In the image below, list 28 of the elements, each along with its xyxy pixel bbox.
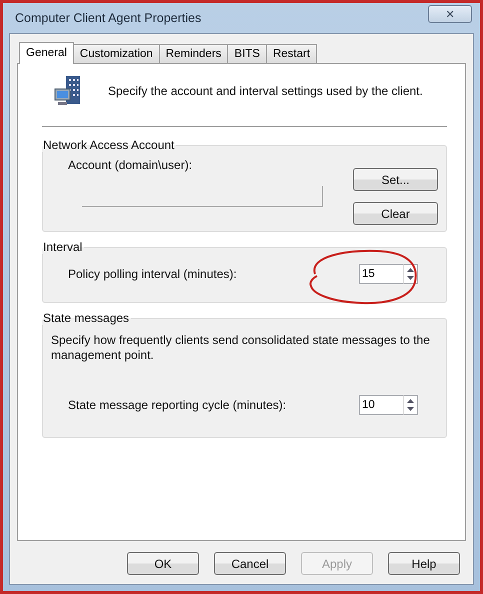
description-text: Specify the account and interval settings used by the client.: [108, 84, 423, 98]
description-text: Specify how frequently clients send consolidated state messages to the management point.: [51, 333, 431, 363]
tab[interactable]: Restart: [266, 44, 318, 63]
group-title: State messages: [42, 311, 130, 325]
window-title: Computer Client Agent Properties: [15, 11, 202, 25]
tab[interactable]: BITS: [227, 44, 267, 63]
up-arrow-icon[interactable]: [405, 397, 416, 405]
tab[interactable]: Customization: [72, 44, 160, 63]
field-label: Account (domain\user):: [68, 158, 194, 172]
spinner-arrows[interactable]: [403, 395, 418, 415]
action-button[interactable]: Clear: [353, 202, 438, 225]
action-button[interactable]: Set...: [353, 168, 438, 191]
dialog-button[interactable]: Help: [388, 552, 460, 575]
group-title: Network Access Account: [42, 138, 176, 152]
number-field[interactable]: 15: [359, 264, 403, 284]
close-button[interactable]: ✕: [428, 5, 472, 23]
dialog-button[interactable]: Cancel: [214, 552, 286, 575]
field-label: State message reporting cycle (minutes):: [68, 398, 286, 412]
group-title: Interval: [42, 240, 84, 254]
tab[interactable]: General: [19, 42, 74, 64]
dialog-button[interactable]: OK: [127, 552, 199, 575]
down-arrow-icon[interactable]: [405, 405, 416, 413]
up-arrow-icon[interactable]: [405, 266, 416, 274]
input-field[interactable]: [82, 186, 323, 207]
down-arrow-icon[interactable]: [405, 274, 416, 282]
field-label: Policy polling interval (minutes):: [68, 267, 237, 281]
number-field[interactable]: 10: [359, 395, 403, 415]
tab[interactable]: Reminders: [158, 44, 228, 63]
